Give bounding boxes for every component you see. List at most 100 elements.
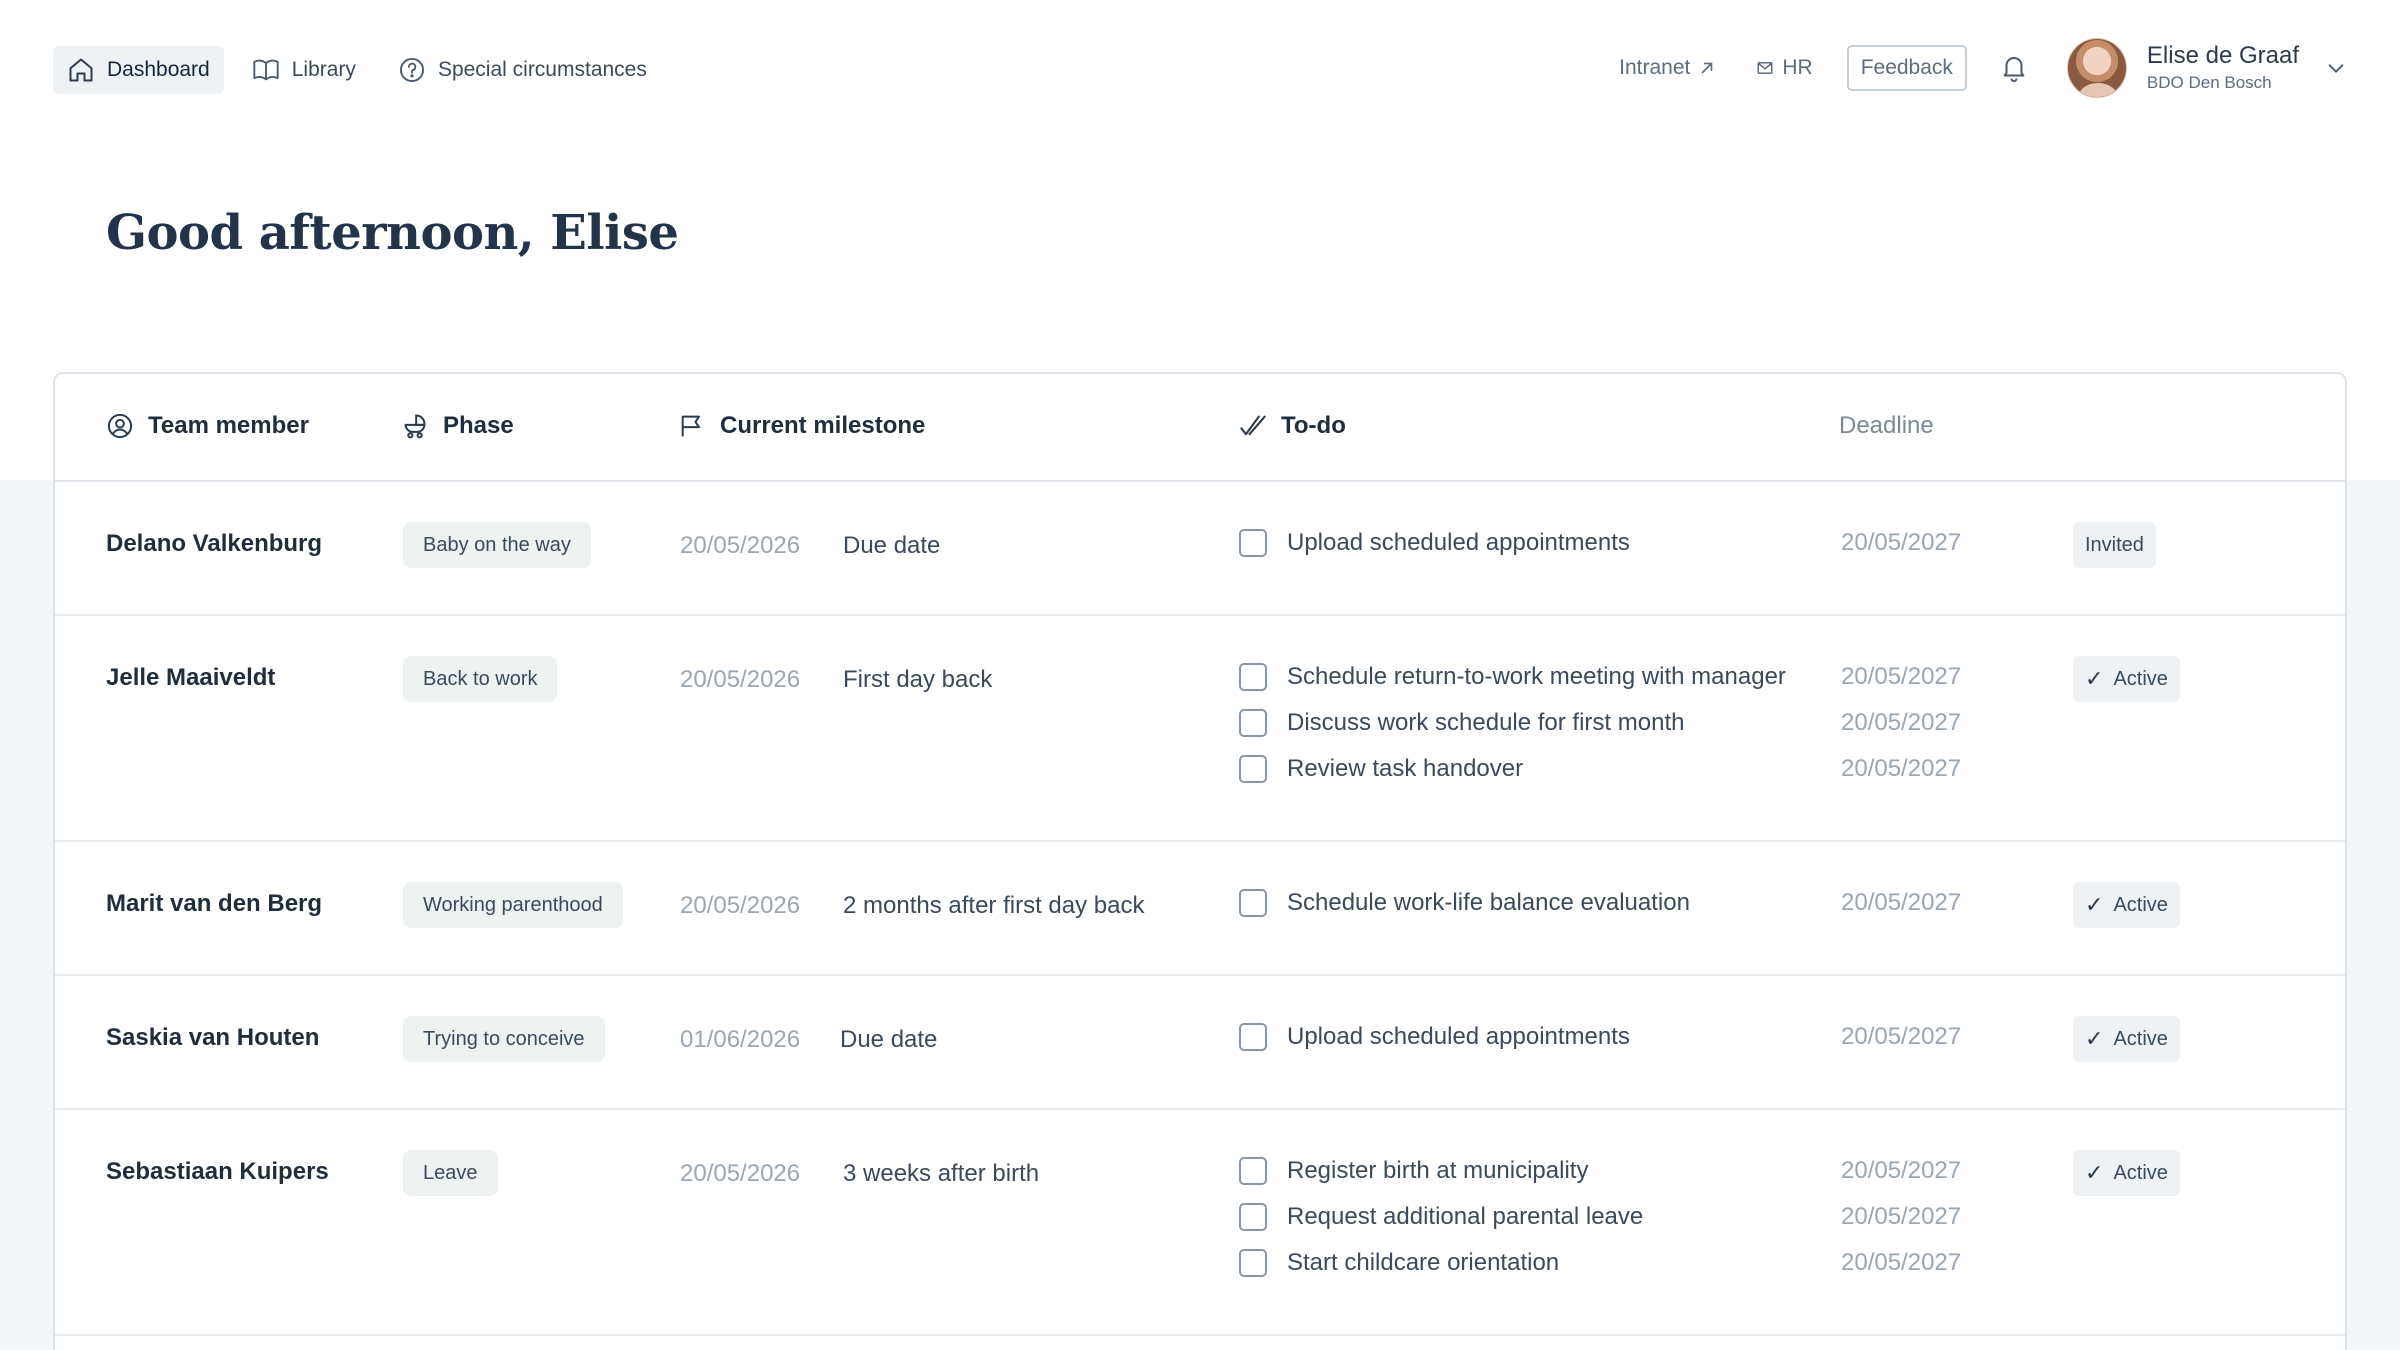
nav-special-circumstances-label: Special circumstances (437, 58, 647, 81)
todo-checkbox[interactable] (1239, 1157, 1267, 1185)
table-row[interactable]: Marit van den Berg Working parenthood 20… (55, 842, 2345, 976)
deadline-list: 20/05/2027 (1841, 520, 1961, 566)
todo-checkbox[interactable] (1239, 889, 1267, 917)
todo-label: Schedule return-to-work meeting with man… (1287, 663, 1786, 690)
todo-item: Review task handover (1239, 746, 1786, 792)
todo-checkbox[interactable] (1239, 755, 1267, 783)
todo-list: Upload scheduled appointments (1239, 1014, 1630, 1060)
todo-label: Request additional parental leave (1287, 1203, 1644, 1230)
page-title: Good afternoon, Elise (106, 205, 679, 261)
status-label: Active (2113, 1161, 2168, 1184)
todo-list: Schedule return-to-work meeting with man… (1239, 654, 1786, 792)
question-circle-icon (399, 57, 424, 83)
status-label: Active (2113, 893, 2168, 916)
todo-checkbox[interactable] (1239, 709, 1267, 737)
avatar (2066, 38, 2127, 98)
user-name: Elise de Graaf (2146, 42, 2299, 69)
nav-dashboard[interactable]: Dashboard (53, 46, 224, 94)
phase-chip: Trying to conceive (403, 1016, 605, 1062)
todo-checkbox[interactable] (1239, 1023, 1267, 1051)
todo-item: Upload scheduled appointments (1239, 1014, 1630, 1060)
intranet-link[interactable]: Intranet (1619, 56, 1716, 80)
todo-item: Discuss work schedule for first month (1239, 700, 1786, 746)
todo-label: Upload scheduled appointments (1287, 529, 1630, 556)
todo-label: Review task handover (1287, 755, 1524, 782)
header-deadline[interactable]: Deadline (1839, 412, 1934, 440)
status-label: Invited (2085, 533, 2144, 556)
todo-label: Upload scheduled appointments (1287, 1023, 1630, 1050)
milestone-label: 2 months after first day back (843, 892, 1145, 919)
status-badge: Invited (2073, 522, 2156, 568)
deadline-date: 20/05/2027 (1841, 1157, 1962, 1184)
milestone-date: 20/05/2026 (680, 1160, 801, 1187)
double-check-icon (1240, 415, 1266, 436)
feedback-button[interactable]: Feedback (1846, 45, 1967, 91)
user-info: Elise de Graaf BDO Den Bosch (2147, 41, 2299, 95)
table-header: Team member Phase Current milestone To-d… (55, 374, 2345, 482)
header-todo[interactable]: To-do (1239, 412, 1346, 440)
deadline-list: 20/05/2027 (1841, 880, 1961, 926)
main-nav: Dashboard Library Special circumstances (53, 46, 661, 94)
header-milestone-label: Current milestone (720, 412, 926, 439)
todo-item: Upload scheduled appointments (1239, 520, 1630, 566)
team-table: Team member Phase Current milestone To-d… (53, 372, 2347, 1350)
todo-checkbox[interactable] (1239, 1249, 1267, 1277)
nav-special-circumstances[interactable]: Special circumstances (384, 46, 661, 94)
stroller-icon (404, 414, 426, 439)
todo-list: Upload scheduled appointments (1239, 520, 1630, 566)
milestone-label: Due date (840, 1026, 938, 1053)
hr-link[interactable]: HR (1756, 56, 1813, 80)
todo-item: Schedule work-life balance evaluation (1239, 880, 1690, 926)
member-name: Marit van den Berg (106, 890, 323, 917)
external-arrow-icon (1702, 62, 1713, 74)
mail-icon (1757, 62, 1773, 74)
todo-item: Start childcare orientation (1239, 1240, 1643, 1286)
deadline-date: 20/05/2027 (1841, 1249, 1962, 1276)
status-badge: ✓ Active (2073, 882, 2180, 928)
chevron-down-icon (2328, 64, 2344, 73)
deadline-date: 20/05/2027 (1841, 663, 1962, 690)
deadline-list: 20/05/2027 20/05/2027 20/05/2027 (1841, 1148, 1961, 1286)
status-badge: ✓ Active (2073, 656, 2180, 702)
table-row[interactable]: Sebastiaan Kuipers Leave 20/05/2026 3 we… (55, 1110, 2345, 1336)
milestone-label: 3 weeks after birth (843, 1160, 1040, 1187)
bell-icon[interactable] (1999, 53, 2029, 83)
deadline-list: 20/05/2027 (1841, 1014, 1961, 1060)
header-phase[interactable]: Phase (401, 412, 514, 440)
todo-item: Request additional parental leave (1239, 1194, 1643, 1240)
deadline-date: 20/05/2027 (1841, 529, 1962, 556)
header-milestone[interactable]: Current milestone (678, 412, 925, 440)
deadline-date: 20/05/2027 (1841, 709, 1962, 736)
todo-checkbox[interactable] (1239, 529, 1267, 557)
table-row[interactable]: Delano Valkenburg Baby on the way 20/05/… (55, 482, 2345, 616)
todo-checkbox[interactable] (1239, 663, 1267, 691)
todo-item: Register birth at municipality (1239, 1148, 1643, 1194)
utility-nav: Intranet HR Feedback Elise de Graaf BDO … (1619, 38, 2347, 98)
header-team-member[interactable]: Team member (106, 412, 309, 440)
checkmark-icon: ✓ (2085, 1026, 2104, 1051)
user-organization: BDO Den Bosch (2146, 73, 2272, 92)
milestone-label: Due date (843, 532, 941, 559)
todo-list: Schedule work-life balance evaluation (1239, 880, 1690, 926)
todo-list: Register birth at municipality Request a… (1239, 1148, 1643, 1286)
member-name: Saskia van Houten (106, 1024, 320, 1051)
user-menu[interactable]: Elise de Graaf BDO Den Bosch (2066, 38, 2347, 98)
member-name: Sebastiaan Kuipers (106, 1158, 329, 1185)
todo-label: Register birth at municipality (1287, 1157, 1589, 1184)
deadline-date: 20/05/2027 (1841, 755, 1962, 782)
deadline-list: 20/05/2027 20/05/2027 20/05/2027 (1841, 654, 1961, 792)
table-row[interactable]: Jelle Maaiveldt Back to work 20/05/2026 … (55, 616, 2345, 842)
milestone-date: 20/05/2026 (680, 532, 801, 559)
intranet-label: Intranet (1619, 56, 1691, 79)
deadline-date: 20/05/2027 (1841, 1023, 1962, 1050)
header-deadline-label: Deadline (1839, 412, 1934, 439)
user-circle-icon (107, 413, 133, 439)
nav-library[interactable]: Library (238, 46, 370, 94)
phase-chip: Working parenthood (403, 882, 623, 928)
table-row[interactable]: Saskia van Houten Trying to conceive 01/… (55, 976, 2345, 1110)
phase-chip: Leave (403, 1150, 498, 1196)
todo-checkbox[interactable] (1239, 1203, 1267, 1231)
header-todo-label: To-do (1281, 412, 1346, 439)
todo-label: Schedule work-life balance evaluation (1287, 889, 1690, 916)
checkmark-icon: ✓ (2085, 892, 2104, 917)
